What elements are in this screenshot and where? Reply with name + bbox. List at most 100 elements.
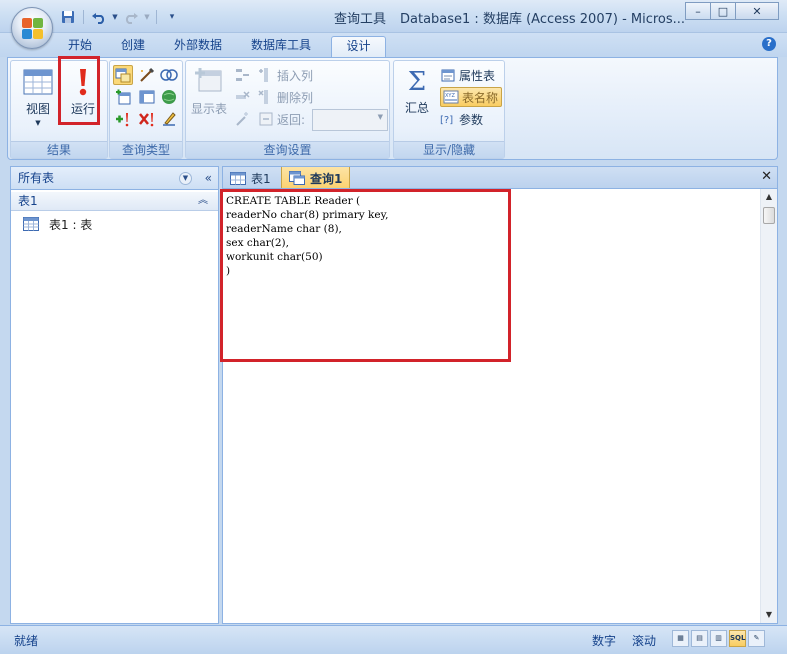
crosstab-query-button[interactable]	[137, 87, 157, 107]
shutter-bar-close-icon[interactable]: «	[205, 167, 212, 189]
doc-tab-query1[interactable]: 查询1	[281, 167, 351, 189]
delete-rows-icon	[236, 91, 250, 99]
close-button[interactable]: ✕	[735, 2, 779, 20]
office-button[interactable]	[11, 7, 53, 49]
pass-through-query-button[interactable]	[159, 87, 179, 107]
builder-wand-icon	[236, 112, 248, 126]
group-show-hide: Σ 汇总 属性表 XYZ 表名称 [?] 参数 显示/隐藏	[393, 60, 505, 159]
make-table-icon	[140, 67, 155, 82]
qat-separator	[83, 10, 84, 24]
help-icon[interactable]: ?	[762, 37, 776, 51]
status-bar: 就绪 数字 滚动 ▦ ▤ ▥ SQL ✎	[0, 625, 787, 654]
table-names-icon: XYZ	[443, 90, 459, 104]
nav-pane-header[interactable]: 所有表 ▼ «	[11, 167, 218, 190]
union-query-button[interactable]	[159, 65, 179, 85]
chevron-down-icon[interactable]: ▼	[179, 172, 192, 185]
parameters-button[interactable]: [?] 参数	[440, 109, 483, 129]
property-sheet-icon	[441, 69, 455, 82]
chevron-up-icon[interactable]: ︽	[198, 192, 208, 210]
undo-dropdown-icon[interactable]: ▼	[111, 8, 119, 26]
status-ready: 就绪	[14, 634, 39, 648]
show-table-button[interactable]: 显示表	[188, 65, 230, 117]
append-query-button[interactable]	[113, 87, 133, 107]
maximize-button[interactable]: □	[710, 2, 736, 20]
insert-rows-icon	[236, 69, 249, 81]
data-definition-icon	[163, 112, 176, 126]
office-logo-icon	[22, 18, 44, 40]
redo-icon[interactable]	[121, 8, 141, 26]
table-names-button[interactable]: XYZ 表名称	[440, 87, 503, 107]
pivottable-view-icon[interactable]: ▤	[691, 630, 708, 647]
nav-item-table1[interactable]: 表1 : 表	[11, 214, 218, 234]
insert-rows-button[interactable]	[234, 65, 250, 85]
union-icon	[160, 69, 178, 81]
scroll-up-icon[interactable]: ▲	[761, 189, 777, 205]
query-icon	[289, 171, 305, 185]
doc-tab-table1[interactable]: 表1	[223, 167, 278, 189]
vertical-scrollbar[interactable]: ▲ ▼	[760, 189, 777, 623]
document-tab-bar: 表1 查询1 ✕	[222, 166, 778, 189]
sigma-icon: Σ	[407, 67, 427, 97]
datasheet-view-icon[interactable]: ▦	[672, 630, 689, 647]
close-document-icon[interactable]: ✕	[761, 169, 772, 184]
delete-icon	[139, 113, 154, 127]
tab-create[interactable]: 创建	[111, 36, 155, 57]
sql-view-button[interactable]: SQL	[729, 630, 746, 647]
select-query-icon	[115, 68, 131, 83]
scroll-lock-indicator: 滚动	[632, 634, 657, 648]
update-query-button[interactable]	[113, 109, 133, 129]
tab-database-tools[interactable]: 数据库工具	[241, 36, 321, 57]
insert-column-label: 插入列	[277, 68, 314, 83]
table-names-label: 表名称	[462, 90, 499, 105]
doc-tab-label: 查询1	[310, 171, 343, 186]
delete-column-button[interactable]: 删除列	[258, 87, 313, 107]
totals-button[interactable]: Σ 汇总	[398, 65, 436, 116]
group-query-type: 查询类型	[109, 60, 183, 159]
data-definition-query-button[interactable]	[159, 109, 179, 129]
append-icon	[116, 89, 131, 105]
tab-design[interactable]: 设计	[331, 36, 386, 57]
select-query-button[interactable]	[113, 65, 133, 85]
view-label: 视图	[25, 102, 50, 116]
return-label: 返回:	[277, 112, 306, 127]
sql-highlight-box	[220, 189, 511, 362]
delete-rows-button[interactable]	[234, 87, 250, 107]
parameters-label: 参数	[459, 112, 484, 127]
tab-home[interactable]: 开始	[58, 36, 102, 57]
delete-query-button[interactable]	[137, 109, 157, 129]
design-view-icon[interactable]: ✎	[748, 630, 765, 647]
property-sheet-label: 属性表	[459, 68, 496, 83]
insert-column-icon	[259, 68, 268, 82]
builder-button[interactable]	[234, 109, 250, 129]
chevron-down-icon: ▼	[35, 119, 41, 127]
property-sheet-button[interactable]: 属性表	[440, 65, 495, 85]
insert-column-button[interactable]: 插入列	[258, 65, 313, 85]
tab-external-data[interactable]: 外部数据	[164, 36, 232, 57]
parameters-icon: [?]	[440, 115, 453, 126]
navigation-pane: 所有表 ▼ « 表1 ︽ 表1 : 表	[10, 166, 219, 624]
num-lock-indicator: 数字	[592, 634, 617, 648]
query-type-group-label: 查询类型	[110, 141, 182, 158]
contextual-tool-title: 查询工具	[334, 12, 387, 27]
results-group-label: 结果	[11, 141, 107, 158]
scroll-thumb[interactable]	[763, 207, 775, 224]
nav-group-header[interactable]: 表1 ︽	[11, 192, 218, 211]
show-table-icon	[195, 68, 222, 92]
redo-dropdown-icon[interactable]: ▼	[143, 8, 151, 26]
chevron-down-icon: ▼	[377, 113, 383, 121]
show-table-label: 显示表	[190, 102, 227, 116]
return-icon	[259, 112, 273, 126]
delete-column-label: 删除列	[277, 90, 314, 105]
return-combobox[interactable]: ▼	[312, 109, 388, 131]
show-hide-group-label: 显示/隐藏	[394, 141, 504, 158]
crosstab-icon	[139, 90, 155, 104]
pivotchart-view-icon[interactable]: ▥	[710, 630, 727, 647]
save-icon[interactable]	[58, 8, 78, 26]
undo-icon[interactable]	[89, 8, 109, 26]
svg-text:[?]: [?]	[440, 115, 453, 126]
customize-icon[interactable]: ▾	[162, 8, 182, 26]
scroll-down-icon[interactable]: ▼	[761, 607, 777, 623]
minimize-button[interactable]: –	[685, 2, 711, 20]
view-button[interactable]: 视图 ▼	[17, 67, 59, 127]
make-table-query-button[interactable]	[137, 65, 157, 85]
